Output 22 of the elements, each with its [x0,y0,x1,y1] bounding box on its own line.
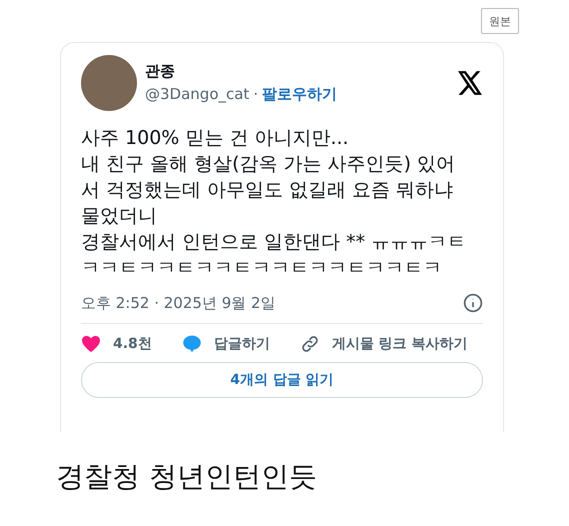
tweet-text-line: 서 걱정했는데 아무일도 없길래 요즘 뭐하냐 [81,178,454,203]
info-icon[interactable] [463,293,483,313]
original-button[interactable]: 원본 [481,8,519,34]
link-action[interactable]: 게시물 링크 복사하기 [300,334,468,354]
caption-text: 경찰청 청년인턴인듯 [56,459,318,495]
timestamp: 오후 2:52 · 2025년 9월 2일 [81,294,276,312]
tweet-text-line: 내 친구 올해 형살(감옥 가는 사주인듯) 있어 [81,152,456,177]
tweet-text-line: ㅋㅋㅌㅋㅋㅌㅋㅋㅌㅋㅋㅌㅋㅋㅌㅋㅋㅌㅋ [81,256,443,281]
separator: · [253,85,258,104]
heart-icon [81,335,101,353]
tweet-text-line: 물었더니 [81,204,158,229]
follow-link[interactable]: 팔로우하기 [262,85,338,104]
link-icon [300,334,320,354]
tweet-text-line: 사주 100% 믿는 건 아니지만... [81,126,350,151]
reply-action[interactable]: 답글하기 [182,334,270,354]
tweet-text-line: 경찰서에서 인턴으로 일한댄다 ** ㅠㅠㅠㅋㅌ [81,230,468,255]
user-name: 관종 [145,62,176,81]
x-logo-icon[interactable] [457,71,483,95]
like-action[interactable]: 4.8천 [81,334,152,354]
user-handle: @3Dango_cat [145,85,250,104]
speech-bubble-icon [182,334,202,354]
read-replies-button[interactable]: 4개의 답글 읽기 [81,362,483,398]
